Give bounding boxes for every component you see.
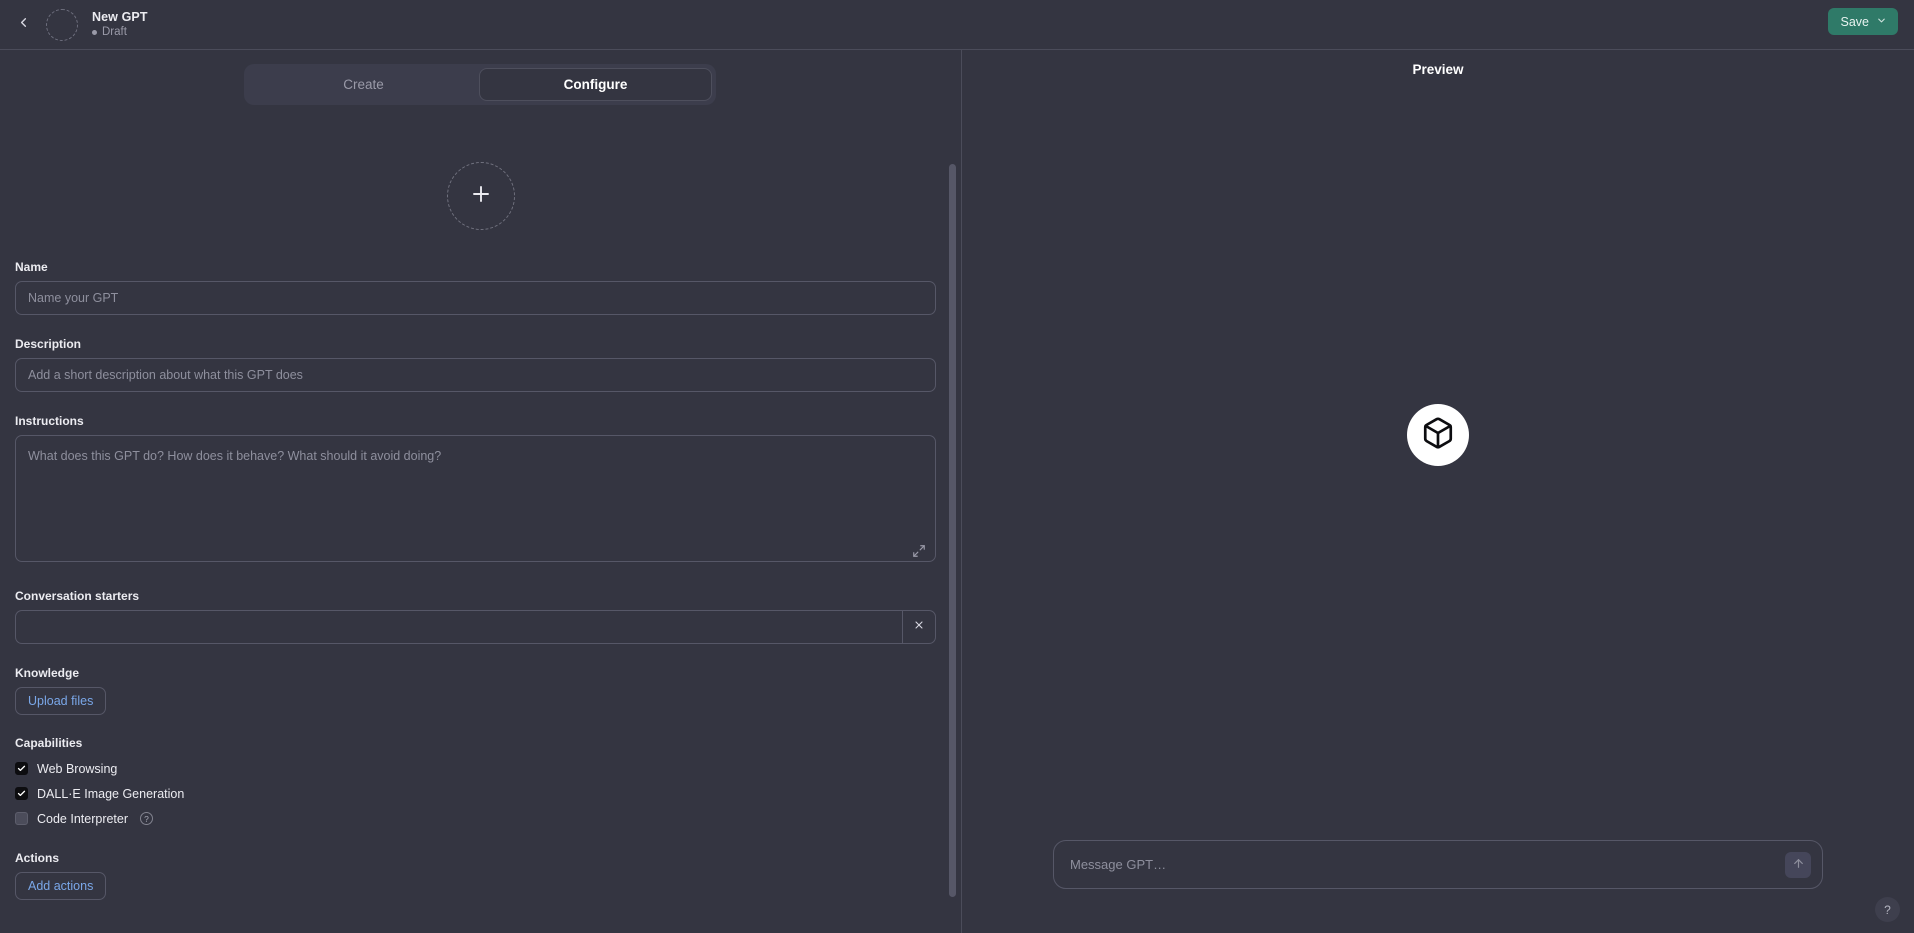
message-composer [1053, 840, 1823, 889]
tab-configure-label: Configure [563, 77, 628, 92]
capabilities-label: Capabilities [15, 736, 83, 750]
capability-label-web-browsing: Web Browsing [37, 761, 118, 776]
scrollbar-track[interactable] [949, 116, 956, 933]
preview-logo [1407, 404, 1469, 466]
expand-diagonal-icon[interactable] [912, 544, 926, 558]
name-label: Name [15, 260, 48, 274]
actions-label: Actions [15, 851, 60, 865]
plus-icon [469, 182, 493, 211]
capabilities-group: Capabilities Web Browsing DALL·E Image G… [0, 736, 961, 830]
description-field-group: Description [0, 337, 961, 392]
status-label: Draft [102, 26, 127, 39]
status-badge: Draft [92, 26, 148, 39]
chevron-down-icon [1876, 15, 1887, 29]
instructions-textarea[interactable] [15, 435, 936, 562]
close-x-icon [913, 618, 925, 636]
knowledge-label: Knowledge [15, 666, 80, 680]
back-button[interactable] [6, 8, 40, 42]
page-title: New GPT [92, 9, 148, 24]
status-dot-icon [92, 30, 97, 36]
description-input[interactable] [15, 358, 936, 392]
configure-pane: Create Configure Name Description Instru… [0, 50, 961, 933]
arrow-up-icon [1792, 857, 1805, 873]
conversation-starter-input[interactable] [15, 610, 902, 644]
description-label: Description [15, 337, 82, 351]
capability-row-code-interpreter[interactable]: Code Interpreter ? [15, 807, 943, 830]
instructions-label: Instructions [15, 414, 84, 428]
tab-create-label: Create [343, 77, 384, 92]
save-button-label: Save [1840, 14, 1870, 29]
top-bar: New GPT Draft Save [0, 0, 1914, 50]
upload-files-label: Upload files [28, 694, 94, 708]
preview-pane: Preview ? [962, 50, 1914, 933]
checkbox-web-browsing[interactable] [15, 762, 28, 775]
actions-group: Actions Add actions [0, 851, 961, 900]
upload-files-button[interactable]: Upload files [15, 687, 107, 715]
capability-row-web-browsing[interactable]: Web Browsing [15, 757, 943, 780]
knowledge-group: Knowledge Upload files [0, 666, 961, 715]
chevron-left-icon [16, 15, 31, 35]
conversation-starters-group: Conversation starters [0, 589, 961, 644]
capability-row-dalle[interactable]: DALL·E Image Generation [15, 782, 943, 805]
capability-label-code-interpreter: Code Interpreter [37, 811, 129, 826]
message-input[interactable] [1054, 841, 1785, 888]
tab-configure[interactable]: Configure [479, 68, 712, 101]
name-field-group: Name [0, 260, 961, 315]
add-actions-button[interactable]: Add actions [15, 872, 107, 900]
save-button[interactable]: Save [1827, 8, 1898, 35]
add-actions-label: Add actions [28, 879, 94, 893]
help-button[interactable]: ? [1875, 897, 1900, 922]
tab-bar: Create Configure [244, 64, 716, 105]
conversation-starters-label: Conversation starters [15, 589, 140, 603]
title-block: New GPT Draft [92, 10, 148, 40]
tab-create[interactable]: Create [248, 68, 479, 101]
capability-label-dalle: DALL·E Image Generation [37, 786, 185, 801]
cube-box-icon [1421, 416, 1455, 455]
send-button[interactable] [1785, 851, 1811, 878]
avatar-upload-button[interactable] [446, 162, 515, 230]
question-mark-icon[interactable]: ? [140, 812, 154, 825]
checkbox-code-interpreter[interactable] [15, 812, 28, 825]
conversation-starter-remove-button[interactable] [902, 610, 936, 644]
checkbox-dalle-image-generation[interactable] [15, 787, 28, 800]
instructions-field-group: Instructions [0, 414, 961, 567]
gpt-avatar-placeholder[interactable] [46, 8, 78, 41]
conversation-starter-row [15, 610, 936, 644]
name-input[interactable] [15, 281, 936, 315]
configure-scroll-area: Name Description Instructions Conversati… [0, 116, 961, 933]
scrollbar-thumb[interactable] [949, 164, 956, 897]
preview-title: Preview [1412, 62, 1464, 77]
